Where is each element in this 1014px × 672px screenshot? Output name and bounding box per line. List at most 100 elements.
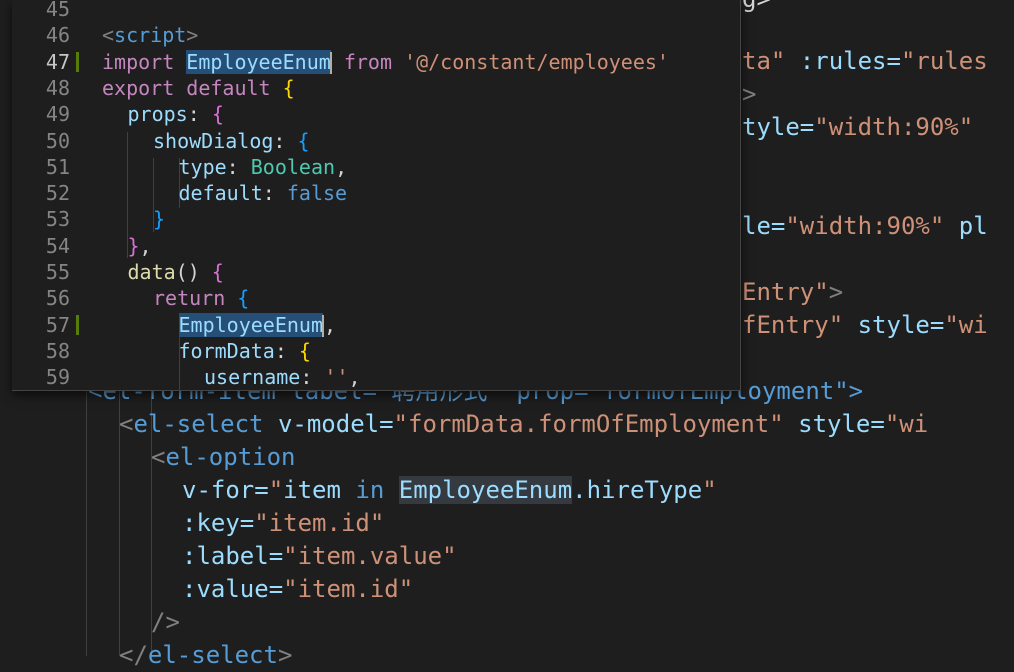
code-token: props	[127, 102, 188, 127]
code-line: le="width:90%" pl	[742, 210, 988, 243]
code-token: "width:90%"	[814, 113, 974, 141]
code-token: v-for=	[182, 476, 269, 504]
code-line: :value="item.id"	[182, 573, 413, 606]
code-token: ,	[335, 154, 348, 179]
line-number: 57	[45, 312, 70, 337]
code-line: 48 export default {	[12, 75, 740, 101]
code-token: "wi	[884, 410, 929, 438]
code-token: {	[237, 286, 250, 311]
code-token: :	[300, 365, 325, 390]
git-modified-marker	[76, 314, 79, 335]
code-token: </	[119, 641, 148, 669]
code-line: :label="item.value"	[182, 540, 457, 573]
code-token: item	[283, 476, 341, 504]
code-token: />	[151, 608, 180, 636]
code-token: EmployeeEnum	[178, 312, 323, 337]
code-token: style=	[783, 410, 885, 438]
code-line: 56 return {	[12, 285, 740, 311]
code-line: <el-select v-model="formData.formOfEmplo…	[119, 408, 928, 441]
code-token: return	[153, 286, 238, 311]
code-content: },	[128, 233, 152, 259]
code-token: :rules=	[785, 47, 901, 75]
code-line: v-for="item in EmployeeEnum.hireType"	[182, 474, 717, 507]
line-number: 46	[45, 23, 70, 48]
code-token: ta"	[742, 47, 786, 75]
line-number: 56	[45, 286, 70, 311]
code-line: :key="item.id"	[182, 507, 384, 540]
code-token: "formData.formOfEmployment"	[393, 410, 784, 438]
code-token: >	[742, 80, 757, 108]
code-token: <	[151, 443, 166, 471]
code-token: "	[702, 476, 717, 504]
code-token: >	[277, 641, 293, 669]
code-content: props: {	[128, 101, 224, 127]
code-token: ,	[324, 312, 337, 337]
line-number: 58	[45, 338, 70, 363]
code-token: "item.value"	[283, 542, 457, 570]
code-token: Entry"	[742, 278, 829, 306]
code-content: formData: {	[179, 338, 311, 364]
code-token: :	[273, 128, 298, 153]
code-token: username	[204, 365, 301, 390]
line-number: 55	[45, 260, 70, 284]
line-number: 49	[45, 102, 70, 127]
code-line: fEntry" style="wi	[742, 309, 988, 342]
code-token: "item.id"	[254, 509, 385, 537]
code-token: :value=	[182, 575, 284, 603]
code-token: :	[226, 154, 251, 179]
code-token: <	[119, 410, 134, 438]
code-line: <el-option	[151, 441, 296, 474]
code-line: 53}	[12, 206, 740, 232]
code-token: >	[186, 23, 199, 48]
code-token: {	[211, 102, 224, 127]
code-line: 55 data() {	[12, 259, 740, 285]
code-line: 58 formData: {	[12, 338, 740, 364]
code-token: <	[102, 23, 115, 48]
code-line: 49 props: {	[12, 101, 740, 127]
code-token: ,	[139, 233, 152, 258]
line-number: 51	[45, 154, 70, 179]
code-token: showDialog	[153, 128, 274, 153]
code-token: import	[102, 49, 187, 74]
code-token: {	[298, 338, 311, 363]
code-line: 51 type: Boolean,	[12, 154, 740, 180]
code-token: le=	[742, 212, 786, 240]
code-token: :	[262, 181, 287, 206]
code-line: />	[151, 606, 180, 639]
code-token: default	[186, 75, 283, 100]
line-number: 50	[45, 128, 70, 153]
code-token: formData	[178, 338, 275, 363]
code-token: {	[211, 260, 224, 284]
code-token: >	[828, 278, 844, 306]
line-number: 45	[45, 0, 70, 21]
code-token: style=	[843, 311, 945, 339]
code-content: import EmployeeEnum from '@/constant/emp…	[102, 49, 669, 75]
code-token: :	[187, 102, 212, 127]
code-content: EmployeeEnum,	[178, 312, 337, 338]
code-line: Entry">	[742, 276, 843, 309]
code-content: data() {	[128, 259, 224, 285]
code-line: g>	[742, 0, 771, 16]
code-token: "item.id"	[283, 575, 414, 603]
code-line: tyle="width:90%"	[742, 111, 973, 144]
code-token: tyle=	[742, 113, 815, 141]
code-token: "	[268, 476, 284, 504]
code-editor[interactable]: g>ta" :rules="rules>tyle="width:90%"le="…	[0, 0, 1014, 669]
peek-definition-panel[interactable]: 45 46 <script> 47 import EmployeeEnum from '…	[12, 0, 741, 391]
code-token: script	[114, 23, 187, 48]
code-token: ,	[348, 365, 361, 390]
code-token: in	[340, 476, 399, 504]
code-token: el-select	[133, 410, 264, 438]
line-number: 54	[45, 233, 70, 258]
code-token: }	[153, 207, 166, 232]
code-line: 47 import EmployeeEnum from '@/constant/e…	[12, 49, 740, 75]
code-line: 46 <script>	[12, 22, 740, 48]
code-token: export	[102, 75, 187, 100]
code-token: "rules	[900, 47, 988, 75]
code-token: from	[331, 49, 405, 74]
code-token: :label=	[182, 542, 284, 570]
git-modified-marker	[76, 51, 79, 72]
code-content: export default {	[102, 75, 295, 101]
code-line: 54},	[12, 233, 740, 259]
code-line: 52 default: false	[12, 180, 740, 206]
